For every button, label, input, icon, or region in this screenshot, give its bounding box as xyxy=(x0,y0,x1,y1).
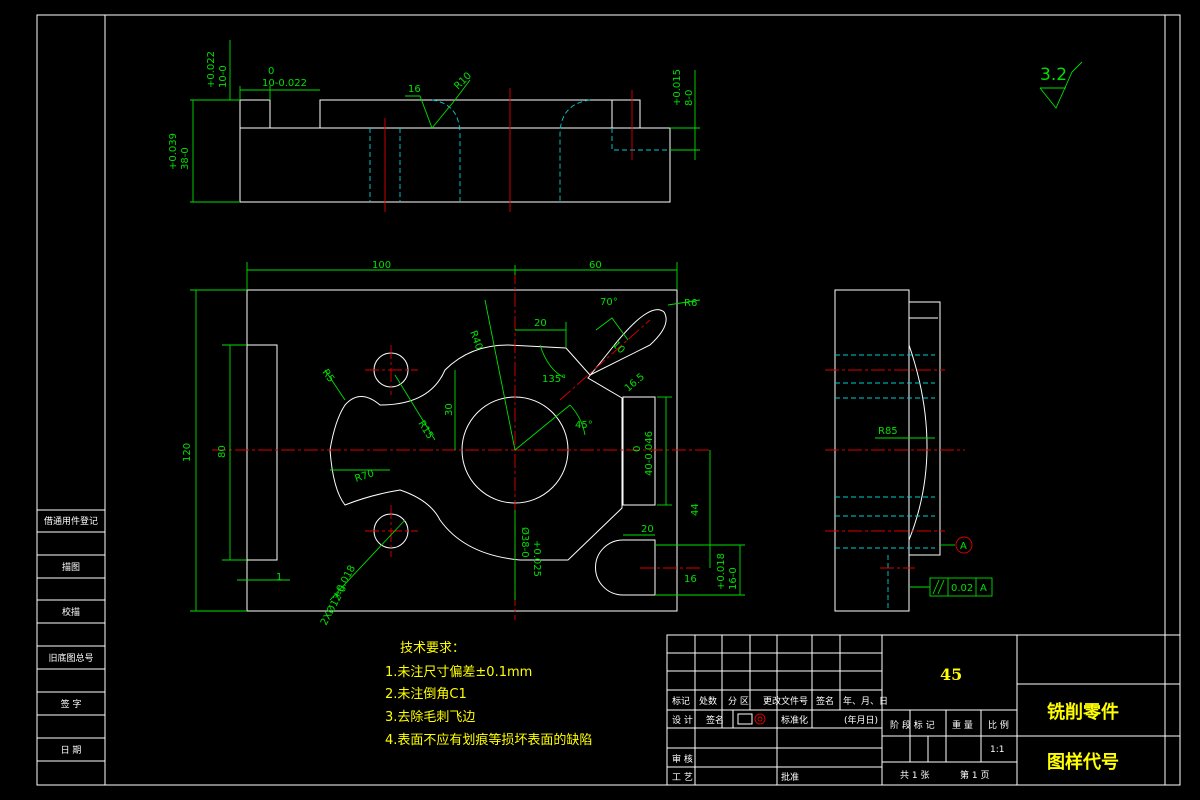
process-label: 工 艺 xyxy=(672,772,693,783)
front-view: 100 60 120 80 1 20 R40 R6 R5 70° 10 16.5… xyxy=(182,260,745,627)
material: 45 xyxy=(940,665,962,684)
strip-cell-5: 日 期 xyxy=(61,745,82,756)
technical-requirements: 技术要求： 1.未注尺寸偏差±0.1mm 2.未注倒角C1 3.去除毛刺飞边 4… xyxy=(385,641,592,748)
date-label: (年月日) xyxy=(844,714,878,726)
approve-label: 批准 xyxy=(781,771,799,783)
tech-item-1: 1.未注尺寸偏差±0.1mm xyxy=(385,665,532,680)
tech-item-4: 4.表面不应有划痕等损坏表面的缺陷 xyxy=(385,732,592,748)
strip-cell-2: 校描 xyxy=(62,606,80,618)
std-label: 标准化 xyxy=(781,714,808,726)
title-block: 45 铣削零件 图样代号 标记 处数 分 区 更改文件号 签名 年、月、日 设 … xyxy=(666,634,1181,786)
inner-frame xyxy=(104,14,1166,786)
row-label-2: 分 区 xyxy=(728,696,749,707)
dim-front-bore-tol-bot: Ø38-0 xyxy=(519,527,531,558)
parallel-ref: A xyxy=(980,583,987,594)
row-label-4: 签名 xyxy=(816,695,834,707)
row-label-3: 更改文件号 xyxy=(763,695,808,707)
dim-front-r6: R6 xyxy=(684,298,697,309)
design-label: 设 计 xyxy=(672,714,693,726)
dim-front-16-5: 16.5 xyxy=(623,372,647,395)
roughness-value: 3.2 xyxy=(1040,65,1067,85)
dim-front-20b: 20 xyxy=(641,524,654,535)
roughness-symbol: 3.2 xyxy=(1039,61,1083,109)
strip-cell-4: 签 字 xyxy=(61,698,82,710)
stage-label-1: 重 量 xyxy=(952,719,973,731)
dim-front-60: 60 xyxy=(589,260,602,271)
sheet-number: 第 1 页 xyxy=(960,769,989,781)
part-name: 铣削零件 xyxy=(1047,701,1119,723)
dim-front-small-tol-top: +0.018 xyxy=(716,553,727,590)
dim-front-slot-tol-top: 0 xyxy=(632,446,643,452)
dim-front-135: 135° xyxy=(542,374,566,385)
dim-front-70deg: 70° xyxy=(600,297,618,308)
dim-side-r85: R85 xyxy=(878,426,898,437)
cad-drawing: 借通用件登记 描图 校描 旧底图总号 签 字 日 期 3.2 +0.022 10… xyxy=(36,14,1181,786)
dim-front-20: 20 xyxy=(534,318,547,329)
tech-title: 技术要求： xyxy=(400,641,465,656)
dim-front-16b: 16 xyxy=(684,574,697,585)
strip-cell-0: 借通用件登记 xyxy=(44,515,98,527)
dim-front-r5: R5 xyxy=(320,367,337,384)
dim-front-1: 1 xyxy=(276,572,282,583)
dim-front-80: 80 xyxy=(217,445,228,458)
tech-item-3: 3.去除毛刺飞边 xyxy=(385,710,475,725)
dim-top-16: 16 xyxy=(408,84,421,95)
dim-top-r10: R10 xyxy=(452,70,474,92)
sign-label: 签名 xyxy=(706,714,724,726)
dim-front-r40: R40 xyxy=(467,329,484,351)
scale-value: 1:1 xyxy=(990,745,1004,755)
dim-front-30: 30 xyxy=(444,403,455,416)
dim-front-45: 45° xyxy=(575,420,593,431)
parallel-value: 0.02 xyxy=(951,583,973,594)
dim-front-bore-tol-top: +0.025 xyxy=(531,540,542,577)
dim-front-r15: R15 xyxy=(415,419,435,442)
row-label-5: 年、月、日 xyxy=(843,695,888,707)
dim-top-right-tol-top: +0.015 xyxy=(672,69,683,106)
top-view: +0.022 10-0 0 10-0.022 16 R10 +0.015 8-0… xyxy=(168,40,700,212)
outer-frame xyxy=(36,14,1181,786)
drawing-number: 图样代号 xyxy=(1047,751,1119,773)
dim-front-small-tol-bot: 16-0 xyxy=(728,567,739,590)
row-label-0: 标记 xyxy=(672,695,690,707)
side-view: R85 A 0.02 A xyxy=(825,289,993,612)
review-label: 审 核 xyxy=(672,753,693,765)
strip-cell-3: 旧底图总号 xyxy=(48,652,93,664)
dim-front-100: 100 xyxy=(372,260,391,271)
tech-item-2: 2.未注倒角C1 xyxy=(385,687,467,702)
dim-top-tol2-bot: 10-0.022 xyxy=(262,78,307,89)
datum-label: A xyxy=(960,541,967,552)
sheets-total: 共 1 张 xyxy=(900,770,929,781)
dim-top-height-bot: 38-0 xyxy=(180,147,191,170)
dim-front-44: 44 xyxy=(690,503,701,516)
stage-label-2: 比 例 xyxy=(988,719,1009,731)
dim-top-tol-top: +0.022 xyxy=(206,51,217,88)
strip-cell-1: 描图 xyxy=(62,561,80,573)
dim-front-r70: R70 xyxy=(354,468,376,485)
dim-front-slot-tol-bot: 40-0.046 xyxy=(644,431,655,476)
dim-front-120: 120 xyxy=(182,443,193,462)
dim-top-height-top: +0.039 xyxy=(168,133,179,170)
dim-top-tol-bot: 10-0 xyxy=(218,65,229,88)
left-strip: 借通用件登记 描图 校描 旧底图总号 签 字 日 期 xyxy=(37,509,105,762)
dim-top-right-tol-bot: 8-0 xyxy=(684,90,695,106)
row-label-1: 处数 xyxy=(699,695,717,707)
stage-label-0: 阶 段 标 记 xyxy=(890,719,935,731)
dim-top-tol2-top: 0 xyxy=(268,66,274,77)
